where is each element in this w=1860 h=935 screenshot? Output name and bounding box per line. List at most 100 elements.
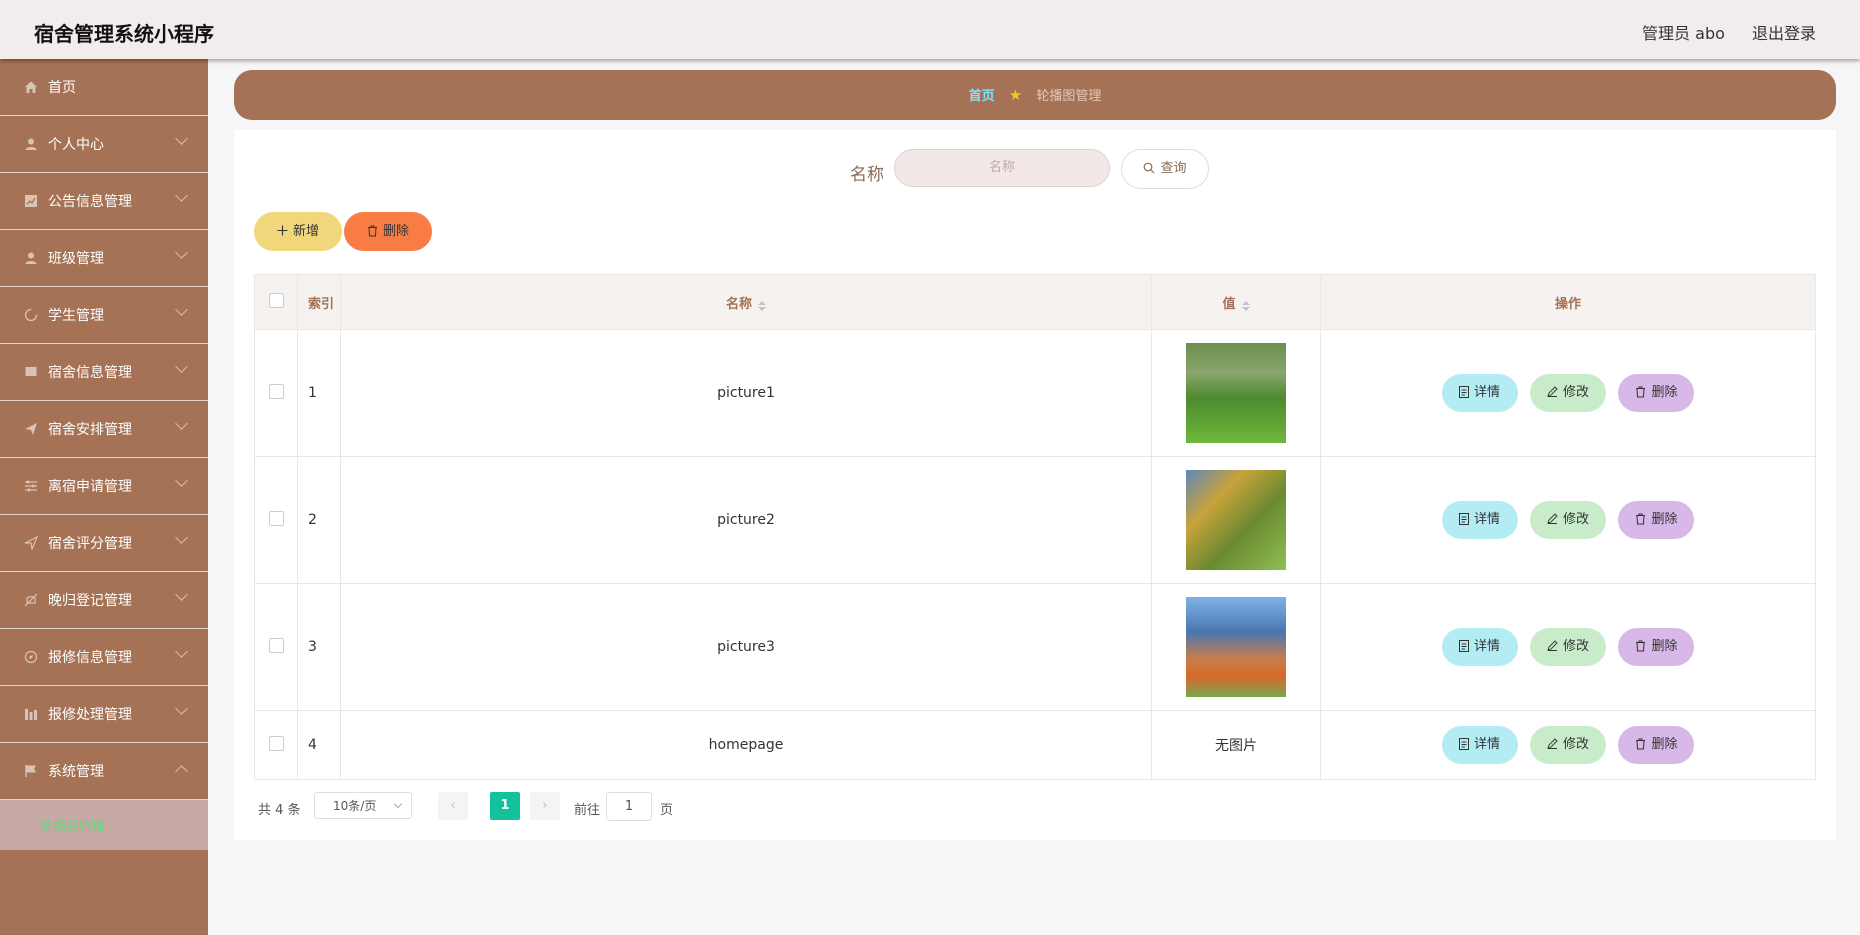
add-button[interactable]: 新增 (254, 212, 342, 251)
sidebar-subitem-carousel[interactable]: 轮播图管理 (0, 800, 208, 850)
delete-button[interactable]: 删除 (1618, 628, 1695, 666)
delete-label: 删除 (1651, 639, 1678, 654)
detail-label: 详情 (1474, 639, 1501, 654)
user-icon (24, 137, 38, 151)
edit-button[interactable]: 修改 (1530, 374, 1606, 412)
flag-icon (24, 764, 38, 778)
row-value (1151, 583, 1321, 711)
detail-button[interactable]: 详情 (1441, 628, 1518, 666)
sidebar-item-personal-center[interactable]: 个人中心 (0, 116, 208, 173)
row-select-cell (254, 456, 298, 584)
sidebar-item-leave-apply[interactable]: 离宿申请管理 (0, 458, 208, 515)
sidebar-item-dorm-info[interactable]: 宿舍信息管理 (0, 344, 208, 401)
bell-off-icon (24, 593, 38, 607)
table-row: 4 homepage 无图片 详情 修改 删除 (254, 710, 1816, 780)
row-checkbox[interactable] (268, 510, 284, 526)
detail-button[interactable]: 详情 (1441, 374, 1518, 412)
row-value (1151, 456, 1321, 584)
goto-page-input[interactable]: 1 (606, 792, 652, 821)
delete-label: 删除 (1651, 737, 1678, 752)
park-lawn-photo[interactable] (1186, 343, 1286, 443)
breadcrumb-home[interactable]: 首页 (969, 89, 995, 104)
query-button[interactable]: 查询 (1121, 149, 1209, 189)
sidebar-item-label: 宿舍信息管理 (48, 365, 132, 381)
edit-button[interactable]: 修改 (1530, 501, 1606, 539)
detail-button[interactable]: 详情 (1441, 726, 1518, 764)
chevron-down-icon (175, 360, 188, 373)
page-unit-label: 页 (660, 803, 674, 818)
sidebar-item-notices[interactable]: 公告信息管理 (0, 173, 208, 230)
row-value (1151, 329, 1321, 457)
delete-button[interactable]: 删除 (1618, 726, 1695, 764)
row-select-cell (254, 583, 298, 711)
sidebar-item-label: 系统管理 (48, 764, 104, 780)
edit-button[interactable]: 修改 (1530, 726, 1606, 764)
sidebar-item-system[interactable]: 系统管理 (0, 743, 208, 800)
document-icon (1459, 639, 1470, 652)
trash-icon (1635, 386, 1646, 398)
row-checkbox[interactable] (268, 383, 284, 399)
sidebar-item-dorm-score[interactable]: 宿舍评分管理 (0, 515, 208, 572)
sidebar-item-repair-info[interactable]: 报修信息管理 (0, 629, 208, 686)
row-checkbox[interactable] (268, 735, 284, 751)
chevron-down-icon (175, 531, 188, 544)
detail-label: 详情 (1474, 737, 1501, 752)
sidebar-item-repair-process[interactable]: 报修处理管理 (0, 686, 208, 743)
total-count: 共 4 条 (258, 803, 301, 818)
sidebar-item-label: 报修信息管理 (48, 650, 132, 666)
sort-icon[interactable] (758, 301, 766, 311)
delete-button[interactable]: 删除 (1618, 374, 1695, 412)
sidebar-item-label: 报修处理管理 (48, 707, 132, 723)
edit-icon (1547, 738, 1558, 749)
sidebar-item-label: 首页 (48, 80, 76, 96)
add-button-label: 新增 (292, 224, 319, 239)
header-value-label: 值 (1222, 296, 1236, 312)
row-ops: 详情 修改 删除 (1320, 710, 1816, 780)
select-all-checkbox[interactable] (268, 292, 284, 308)
page-number[interactable]: 1 (490, 792, 520, 820)
sidebar-item-students[interactable]: 学生管理 (0, 287, 208, 344)
header-value[interactable]: 值 (1151, 274, 1321, 330)
prev-page-button[interactable]: ‹ (438, 792, 468, 820)
chevron-right-icon: › (542, 798, 548, 813)
select-all-cell (254, 274, 298, 330)
chevron-down-icon (175, 588, 188, 601)
current-user: 管理员 abo (1642, 24, 1725, 43)
search-input[interactable]: 名称 (894, 149, 1110, 187)
sidebar-item-late-return[interactable]: 晚归登记管理 (0, 572, 208, 629)
edit-label: 修改 (1562, 385, 1589, 400)
header-name[interactable]: 名称 (340, 274, 1152, 330)
loading-icon (24, 308, 38, 322)
sort-icon[interactable] (1241, 301, 1250, 311)
row-value: 无图片 (1151, 710, 1321, 780)
row-checkbox[interactable] (268, 637, 284, 653)
next-page-button[interactable]: › (530, 792, 560, 820)
batch-delete-label: 删除 (382, 224, 409, 239)
sidebar-item-home[interactable]: 首页 (0, 59, 208, 116)
chevron-down-icon (175, 645, 188, 658)
edit-button[interactable]: 修改 (1530, 628, 1606, 666)
chevron-down-icon (175, 303, 188, 316)
sidebar-item-label: 宿舍安排管理 (48, 422, 132, 438)
sidebar-item-dorm-arrange[interactable]: 宿舍安排管理 (0, 401, 208, 458)
row-index: 1 (297, 329, 341, 457)
row-select-cell (254, 710, 298, 780)
carousel-table: 索引 名称 值 操作 1 picture1 详情 修改 删除 2 picture… (254, 274, 1816, 780)
trash-icon (1635, 738, 1646, 750)
row-index: 2 (297, 456, 341, 584)
logout-link[interactable]: 退出登录 (1752, 24, 1816, 43)
edit-label: 修改 (1562, 737, 1589, 752)
batch-delete-button[interactable]: 删除 (344, 212, 432, 251)
chevron-down-icon (175, 132, 188, 145)
row-ops: 详情 修改 删除 (1320, 583, 1816, 711)
detail-button[interactable]: 详情 (1441, 501, 1518, 539)
sidebar-item-class[interactable]: 班级管理 (0, 230, 208, 287)
box-icon (24, 365, 38, 379)
sidebar-item-label: 宿舍评分管理 (48, 536, 132, 552)
document-icon (1459, 512, 1470, 525)
campus-garden-photo[interactable] (1186, 597, 1286, 697)
sidebar: 首页 个人中心 公告信息管理 班级管理 学生管理 宿舍信息管理 宿舍安排管理 离… (0, 59, 208, 935)
page-size-select[interactable]: 10条/页 (314, 792, 412, 819)
autumn-trees-photo[interactable] (1186, 470, 1286, 570)
delete-button[interactable]: 删除 (1618, 501, 1695, 539)
